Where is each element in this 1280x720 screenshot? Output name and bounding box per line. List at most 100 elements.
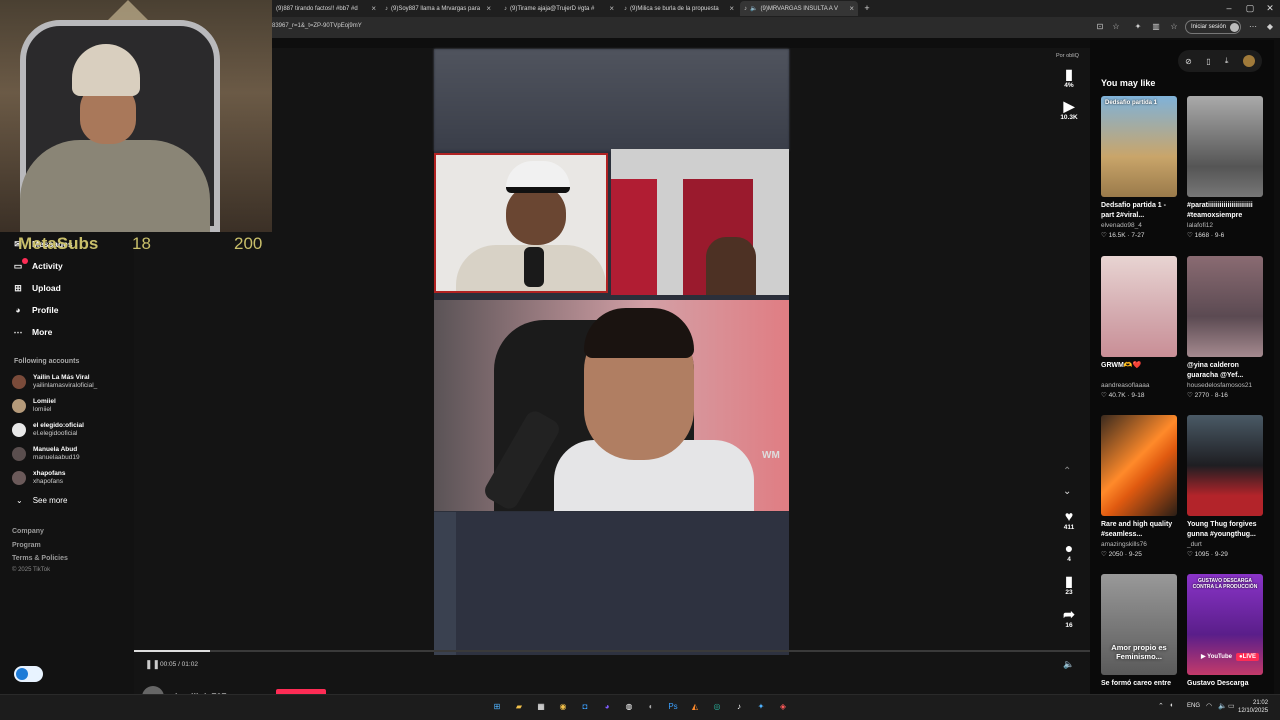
rec-thumbnail[interactable]: Amor propio es Feminismo... — [1101, 574, 1177, 675]
download-icon[interactable]: ⤓ — [1225, 56, 1229, 66]
rec-thumbnail[interactable]: GUSTAVO DESCARGA CONTRA LA PRODUCCIÓN ▶ Y… — [1187, 574, 1263, 675]
play-icon: ▶ — [1063, 98, 1075, 114]
sidebar-item-upload[interactable]: ⊞ Upload — [12, 280, 61, 296]
following-account[interactable]: Yailin La Más Viral yailinlamasviralofici… — [12, 371, 97, 393]
tiktok-icon: ♪ — [624, 5, 627, 12]
battery-icon[interactable]: ▭ — [1228, 702, 1235, 710]
subs-goal-label: MetaSubs — [18, 234, 99, 253]
comment-button[interactable]: ● 4 — [1056, 540, 1082, 563]
following-account[interactable]: Manuela Abud manuelaabud19 — [12, 443, 80, 465]
avatar — [12, 423, 26, 437]
rec-card[interactable]: @yina calderon guaracha @Yef... housedel… — [1187, 256, 1263, 399]
close-tab-icon[interactable]: × — [849, 4, 854, 13]
rec-card[interactable]: #paratiiiiiiiiiiiiiiiiiiiiiii #teamoxsie… — [1187, 96, 1263, 239]
outlook-icon[interactable]: ◘ — [578, 700, 592, 714]
menu-dots-icon[interactable]: ⋯ — [1247, 21, 1259, 33]
pause-button[interactable]: ❚❚ — [145, 659, 160, 670]
following-account[interactable]: xhapofans xhapofans — [12, 467, 66, 489]
see-more-button[interactable]: ⌄ See more — [16, 496, 67, 505]
sidebar-item-profile[interactable]: ◕ Profile — [12, 302, 58, 318]
compass-icon[interactable]: ⊘ — [1185, 57, 1192, 66]
user-avatar-icon[interactable] — [1242, 55, 1255, 67]
install-app-icon[interactable]: ⊡ — [1094, 21, 1106, 33]
video-progress-bar[interactable] — [134, 650, 1090, 652]
close-tab-icon[interactable]: × — [609, 4, 614, 13]
sidebar-item-more[interactable]: ⋯ More — [12, 324, 53, 340]
speaker-tray-icon[interactable]: 🔈 — [1218, 702, 1227, 710]
theme-toggle[interactable] — [14, 666, 43, 682]
photoshop-icon[interactable]: Ps — [666, 700, 680, 714]
previous-video-button[interactable]: ⌃ — [1063, 466, 1071, 477]
rec-user: elvenado98_4 — [1101, 222, 1142, 229]
windows-start-icon[interactable]: ⊞ — [490, 700, 504, 714]
footer-link-program[interactable]: Program — [12, 542, 41, 549]
wifi-icon[interactable]: ◠ — [1206, 702, 1212, 710]
minimize-button[interactable]: – — [1222, 1, 1236, 15]
sign-in-button[interactable]: Iniciar sesión — [1185, 20, 1241, 34]
language-indicator[interactable]: ENG — [1187, 703, 1200, 709]
app-icon-2[interactable]: ◈ — [776, 700, 790, 714]
following-account[interactable]: el elegido:oficial el.elegidooficial — [12, 419, 84, 441]
url-field[interactable]: 83967_r=1&_t=ZP-90TVpEoj9mY — [272, 23, 362, 29]
tab-label: (9)887 tirando factos!! #bb7 #d — [276, 5, 358, 12]
rec-thumbnail[interactable] — [1187, 256, 1263, 357]
app-icon[interactable]: ✦ — [754, 700, 768, 714]
maximize-button[interactable]: ▢ — [1243, 1, 1257, 15]
like-button[interactable]: ♥ 411 — [1056, 508, 1082, 531]
extensions-icon[interactable]: ✦ — [1132, 21, 1144, 33]
tray-chevron-icon[interactable]: ⌃ — [1158, 702, 1164, 710]
share-icon: ➦ — [1063, 606, 1075, 622]
split-view-icon[interactable]: ▥ — [1150, 21, 1162, 33]
rec-card[interactable]: Rare and high quality #seamless... amazi… — [1101, 415, 1177, 558]
rec-card[interactable]: Young Thug forgives gunna #youngthug... … — [1187, 415, 1263, 558]
sidebar-item-activity[interactable]: ▭ Activity — [12, 258, 63, 274]
browser-tab[interactable]: ♪ (9)Milica se burla de la propuesta × — [620, 1, 738, 16]
share-button[interactable]: ➦ 16 — [1056, 606, 1082, 629]
rec-card[interactable]: Dedsafio partida 1 Dedsafio partida 1 - … — [1101, 96, 1177, 239]
browser-tab[interactable]: ♪ (9)Soy887 llama a Mrvargas para × — [381, 1, 495, 16]
rec-card[interactable]: Amor propio es Feminismo... Se formó car… — [1101, 574, 1177, 699]
windows-taskbar — [0, 694, 1280, 720]
clock[interactable]: 21:02 12/10/2025 — [1238, 699, 1268, 715]
plays-button[interactable]: ▶ 10.3K — [1056, 98, 1082, 121]
tray-app-icon[interactable]: ◐ — [1170, 702, 1174, 709]
stats-button[interactable]: ▮ 4% — [1056, 66, 1082, 89]
footer-link-terms[interactable]: Terms & Policies — [12, 555, 68, 562]
close-tab-icon[interactable]: × — [486, 4, 491, 13]
save-button[interactable]: ▮ 23 — [1056, 573, 1082, 596]
next-video-button[interactable]: ⌄ — [1063, 486, 1071, 497]
chrome-icon[interactable]: ◉ — [556, 700, 570, 714]
rec-thumbnail[interactable] — [1187, 415, 1263, 516]
new-tab-button[interactable]: + — [860, 1, 874, 15]
file-explorer-icon[interactable]: ▰ — [512, 700, 526, 714]
copilot-icon[interactable]: ◆ — [1264, 21, 1276, 33]
volume-icon[interactable]: 🔈 — [1063, 659, 1074, 670]
close-tab-icon[interactable]: × — [371, 4, 376, 13]
rec-card[interactable]: GRWM🫶❤️ aandreasoflaaaa ♡ 40.7K · 9-18 — [1101, 256, 1177, 399]
rec-thumbnail[interactable] — [1101, 256, 1177, 357]
bookmark-star-icon[interactable]: ☆ — [1110, 21, 1122, 33]
clock-time: 21:02 — [1253, 700, 1269, 706]
toggle-knob — [16, 668, 28, 680]
progress-fill — [134, 650, 211, 652]
phone-icon[interactable]: ▯ — [1206, 57, 1210, 66]
close-window-button[interactable]: ✕ — [1263, 1, 1277, 15]
rec-card[interactable]: GUSTAVO DESCARGA CONTRA LA PRODUCCIÓN ▶ Y… — [1187, 574, 1263, 699]
obs-icon[interactable]: ◍ — [622, 700, 636, 714]
browser-tab[interactable]: ♪ (9)Tirame ajaja@TrujerD #gta # × — [500, 1, 618, 16]
close-tab-icon[interactable]: × — [729, 4, 734, 13]
steam-icon[interactable]: ◐ — [644, 700, 658, 714]
edge-icon[interactable]: ◎ — [710, 700, 724, 714]
tiktok-app-icon[interactable]: ♪ — [732, 700, 746, 714]
rec-thumbnail[interactable]: Dedsafio partida 1 — [1101, 96, 1177, 197]
browser-tab[interactable]: (9)887 tirando factos!! #bb7 #d × — [272, 1, 380, 16]
favorites-icon[interactable]: ☆ — [1168, 21, 1180, 33]
discord-icon[interactable]: ◕ — [600, 700, 614, 714]
browser-tab-active[interactable]: ♪ 🔈 (9)MRVARGAS INSULTA A V × — [740, 1, 858, 16]
rec-thumbnail[interactable] — [1101, 415, 1177, 516]
footer-link-company[interactable]: Company — [12, 528, 44, 535]
following-account[interactable]: Lomiiel lomiiel — [12, 395, 56, 417]
calendar-icon[interactable]: ▦ — [534, 700, 548, 714]
rec-thumbnail[interactable] — [1187, 96, 1263, 197]
blender-icon[interactable]: ◭ — [688, 700, 702, 714]
